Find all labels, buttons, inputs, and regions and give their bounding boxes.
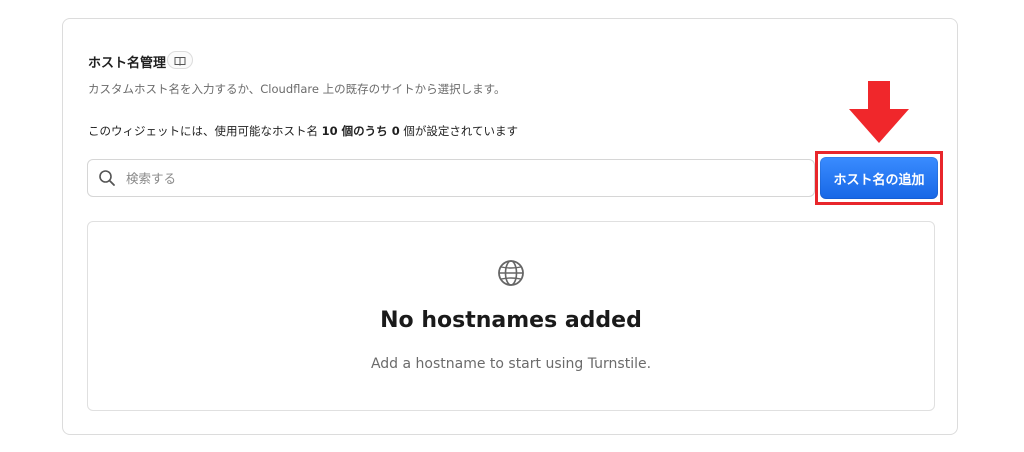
empty-state: No hostnames added Add a hostname to sta… <box>87 221 935 411</box>
usage-suffix: 個が設定されています <box>399 124 519 138</box>
usage-summary: このウィジェットには、使用可能なホスト名 10 個のうち 0 個が設定されていま… <box>88 123 518 139</box>
usage-middle: のうち <box>353 124 392 138</box>
search-input[interactable] <box>124 169 778 187</box>
empty-state-subtitle: Add a hostname to start using Turnstile. <box>370 356 652 372</box>
section-description: カスタムホスト名を入力するか、Cloudflare 上の既存のサイトから選択しま… <box>88 82 506 96</box>
annotation-arrow <box>849 81 909 143</box>
add-hostname-button[interactable]: ホスト名の追加 <box>820 157 938 199</box>
book-open-icon <box>174 51 186 70</box>
search-icon <box>98 169 116 187</box>
globe-icon <box>498 260 524 286</box>
search-field[interactable] <box>87 159 815 197</box>
section-title: ホスト名管理 <box>88 56 167 71</box>
hostname-management-card: ホスト名管理 カスタムホスト名を入力するか、Cloudflare 上の既存のサイ… <box>62 18 958 435</box>
empty-state-title: No hostnames added <box>380 308 642 333</box>
usage-used: 0 <box>391 124 400 138</box>
usage-total: 10 個 <box>321 124 354 138</box>
usage-prefix: このウィジェットには、使用可能なホスト名 <box>88 124 322 138</box>
documentation-link[interactable] <box>167 51 193 69</box>
